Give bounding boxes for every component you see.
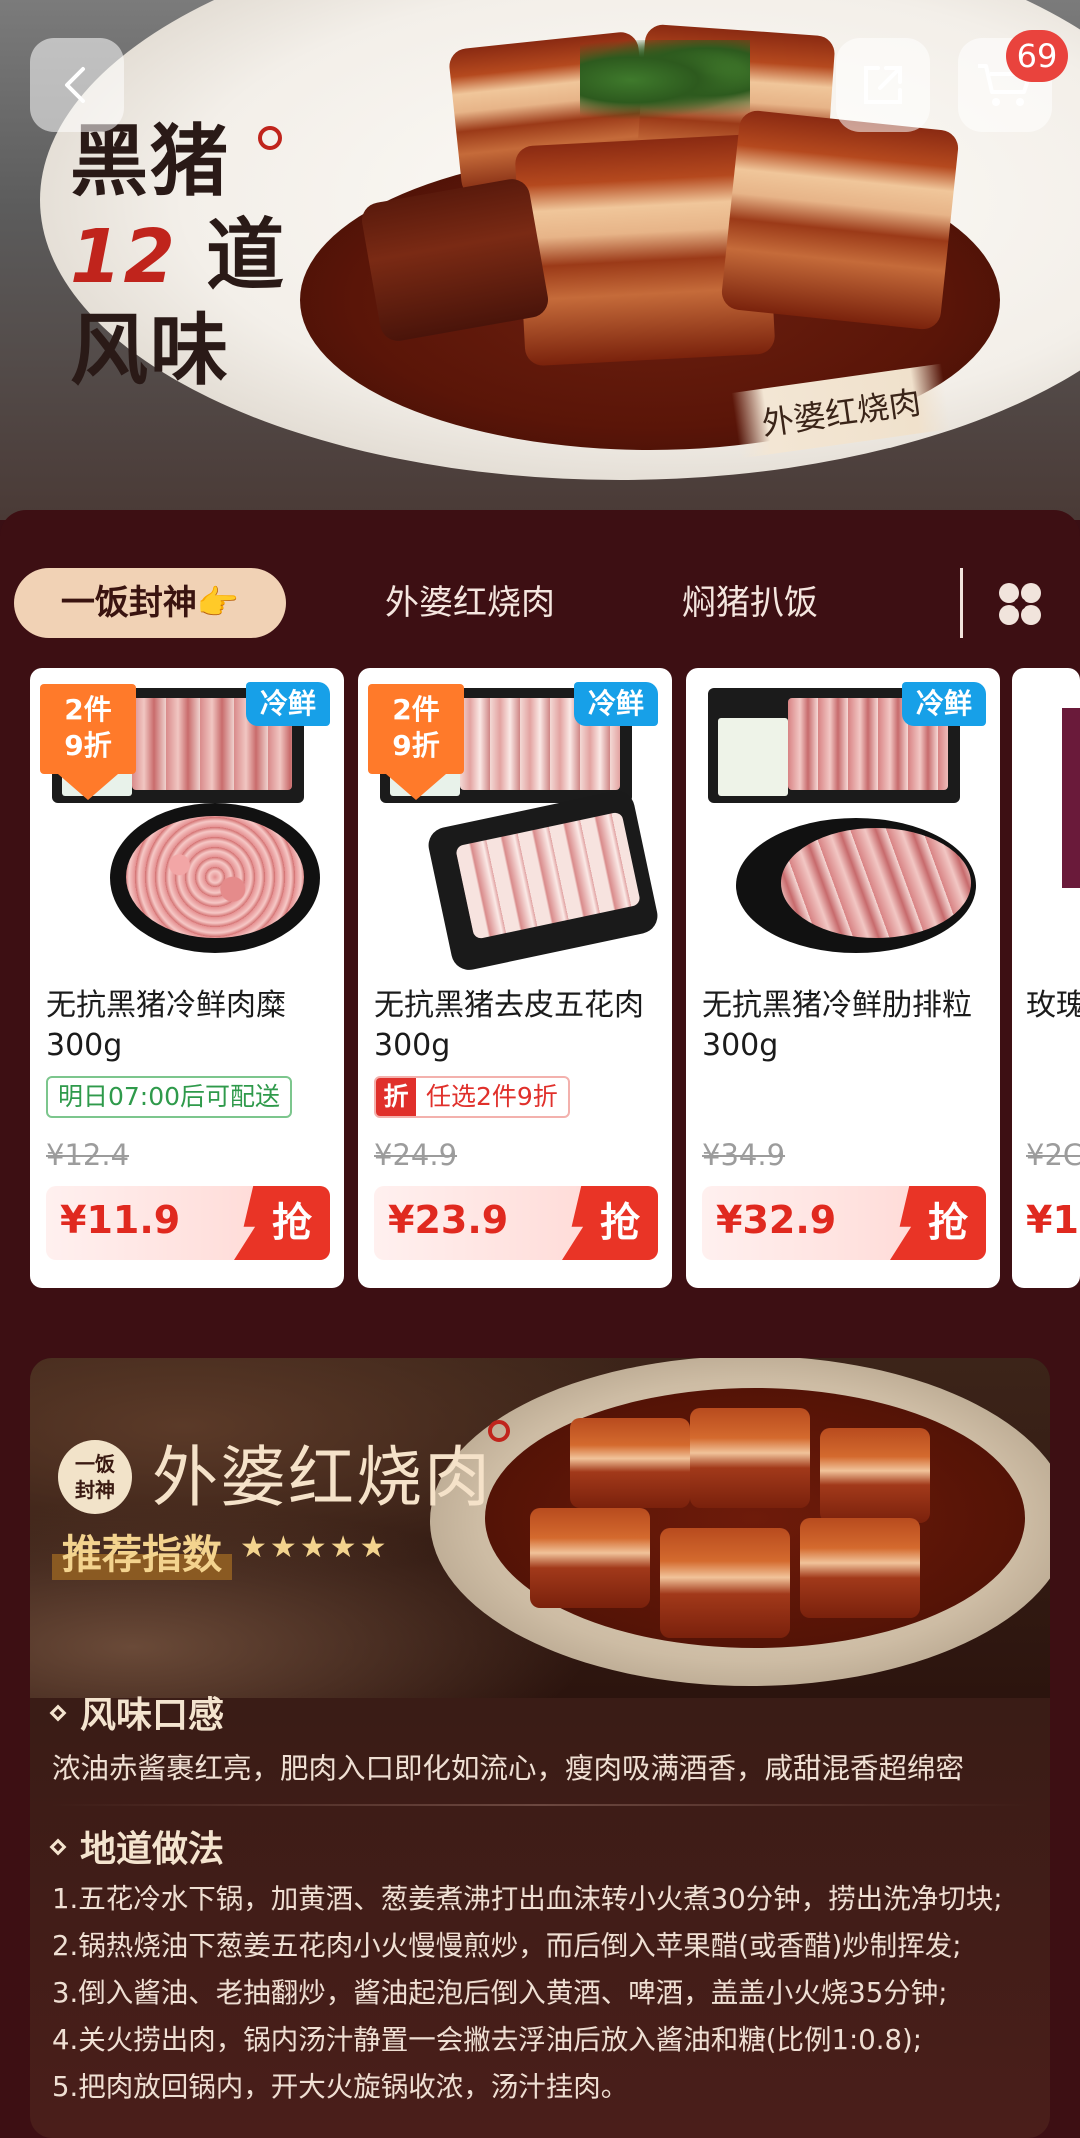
fresh-badge: 冷鲜: [902, 682, 986, 726]
tab-waipo-hongshaorou[interactable]: 外婆红烧肉: [320, 568, 620, 638]
original-price: ¥12.4: [46, 1138, 130, 1172]
rating-stars: ★★★★★: [240, 1530, 390, 1565]
price-bar: ¥11.9 抢: [46, 1186, 330, 1260]
recipe-section: 一饭 封神 外婆红烧肉 推荐指数 ★★★★★ 风味口感 浓油赤酱裹红亮，肥肉入口…: [30, 1358, 1050, 2138]
diamond-icon: [49, 1704, 67, 1722]
fresh-badge: 冷鲜: [246, 682, 330, 726]
method-step: 5.把肉放回锅内，开大火旋锅收浓，汤汁挂肉。: [52, 2071, 629, 2103]
grab-button[interactable]: 抢: [562, 1186, 658, 1260]
method-section-title: 地道做法: [49, 1820, 224, 1872]
back-arrow-icon: [65, 67, 85, 103]
tab-yifan-fengshen[interactable]: 一饭封神👉: [14, 568, 286, 638]
pork-cube: [660, 1528, 790, 1638]
pork-cube: [690, 1408, 810, 1508]
sale-price: ¥1: [1026, 1198, 1079, 1242]
product-card[interactable]: 2件 9折 冷鲜 无抗黑猪去皮五花肉 300g 折 任选2件9折 ¥24.9 ¥2…: [358, 668, 672, 1288]
price-bar: ¥23.9 抢: [374, 1186, 658, 1260]
hero-title: 黑猪 12 道 风味: [70, 115, 310, 398]
pork-cube: [720, 109, 960, 331]
recommend-label: 推荐指数: [52, 1522, 232, 1580]
flavor-description: 浓油赤酱裹红亮，肥肉入口即化如流心，瘦肉吸满酒香，咸甜混香超绵密: [52, 1752, 965, 1785]
product-image: 2件 9折 冷鲜: [358, 668, 672, 974]
hero-title-line3: 风味: [70, 305, 231, 396]
grid-icon: [999, 583, 1041, 625]
original-price: ¥24.9: [374, 1138, 458, 1172]
promo-badge: 2件 9折: [368, 684, 464, 800]
grab-button[interactable]: 抢: [234, 1186, 330, 1260]
sale-price: ¥11.9: [60, 1198, 181, 1242]
promo-badge: 2件 9折: [40, 684, 136, 800]
product-card[interactable]: 2件 9折 冷鲜 无抗黑猪冷鲜肉糜300g 明日07:00后可配送 ¥12.4 ¥…: [30, 668, 344, 1288]
pork-cube: [800, 1518, 920, 1618]
sale-price: ¥23.9: [388, 1198, 509, 1242]
promo-badge: 一饭 封神: [58, 1440, 132, 1514]
flavor-section-title: 风味口感: [49, 1686, 224, 1738]
original-price: ¥2C: [1026, 1138, 1080, 1172]
sale-price: ¥32.9: [716, 1198, 837, 1242]
product-image: [1062, 708, 1080, 888]
price-bar: ¥32.9 抢: [702, 1186, 986, 1260]
product-card[interactable]: 玫瑰肠 1 ¥2C ¥1: [1012, 668, 1080, 1288]
all-categories-button[interactable]: [990, 574, 1050, 634]
product-image: 冷鲜: [686, 668, 1000, 968]
method-step: 2.锅热烧油下葱姜五花肉小火慢慢煎炒，而后倒入苹果醋(或香醋)炒制挥发;: [52, 1930, 962, 1962]
share-icon: [864, 66, 902, 104]
method-step: 4.关火捞出肉，锅内汤汁静置一会撇去浮油后放入酱油和糖(比例1:0.8);: [52, 2024, 922, 2056]
product-name: 无抗黑猪冷鲜肋排粒 300g: [702, 988, 972, 1063]
herb-garnish: [580, 40, 750, 120]
recipe-title: 外婆红烧肉: [152, 1439, 492, 1516]
pork-cube: [530, 1508, 650, 1608]
product-name: 玫瑰肠 1: [1026, 988, 1080, 1023]
original-price: ¥34.9: [702, 1138, 786, 1172]
fresh-badge: 冷鲜: [574, 682, 658, 726]
title-dot-icon: [488, 1420, 510, 1442]
hero-title-line2: 道: [206, 210, 287, 301]
category-tabs: 一饭封神👉 外婆红烧肉 焖猪扒饭: [0, 556, 1080, 652]
cart-count-badge: 69: [1006, 30, 1068, 82]
grab-button[interactable]: 抢: [890, 1186, 986, 1260]
hero-title-number: 12: [70, 214, 177, 300]
hero-banner: 黑猪 12 道 风味 外婆红烧肉 69: [0, 0, 1080, 520]
pork-cube: [820, 1428, 930, 1523]
share-button[interactable]: [836, 38, 930, 132]
divider: [52, 1804, 1028, 1806]
discount-tag-text: 任选2件9折: [426, 1082, 558, 1111]
delivery-tag: 明日07:00后可配送: [46, 1076, 293, 1118]
tab-divider: [960, 568, 963, 638]
back-button[interactable]: [30, 38, 124, 132]
product-image: 2件 9折 冷鲜: [30, 668, 344, 968]
product-name: 无抗黑猪冷鲜肉糜300g: [46, 988, 286, 1063]
product-name: 无抗黑猪去皮五花肉 300g: [374, 988, 644, 1063]
diamond-icon: [49, 1838, 67, 1856]
pork-cube: [359, 176, 551, 344]
discount-tag-prefix: 折: [376, 1078, 416, 1116]
title-dot-icon: [258, 126, 282, 150]
discount-tag: 折 任选2件9折: [374, 1076, 570, 1118]
pork-cube: [570, 1418, 690, 1508]
tab-menzhu-pafan[interactable]: 焖猪扒饭: [645, 568, 855, 638]
product-card[interactable]: 冷鲜 无抗黑猪冷鲜肋排粒 300g ¥34.9 ¥32.9 抢: [686, 668, 1000, 1288]
method-step: 1.五花冷水下锅，加黄酒、葱姜煮沸打出血沫转小火煮30分钟，捞出洗净切块;: [52, 1883, 1003, 1915]
method-step: 3.倒入酱油、老抽翻炒，酱油起泡后倒入黄酒、啤酒，盖盖小火烧35分钟;: [52, 1977, 948, 2009]
